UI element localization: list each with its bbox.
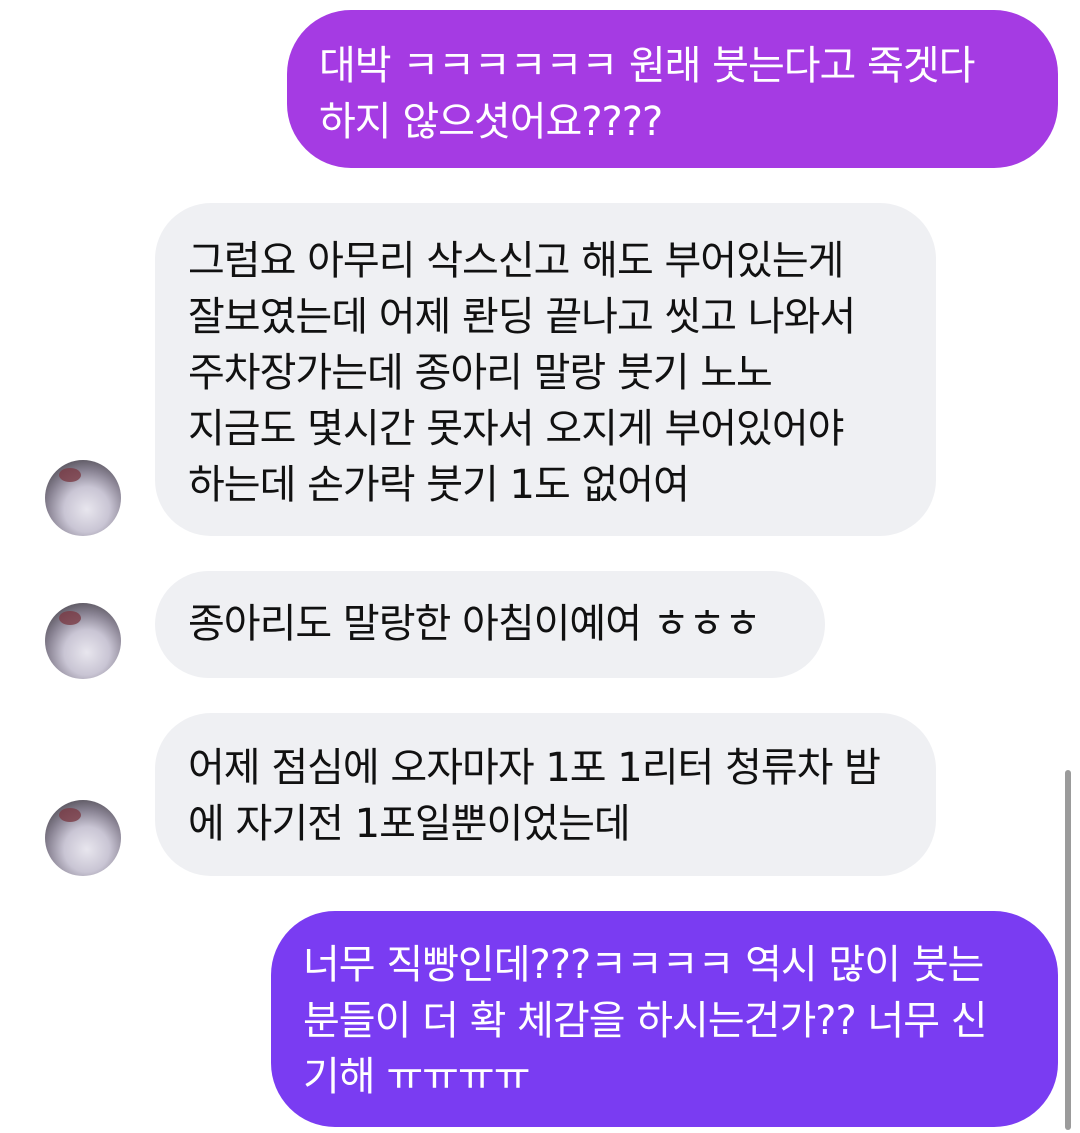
- message-text-line: 어제 점심에 오자마자 1포 1리터 청류차 밤: [188, 745, 881, 791]
- sender-avatar-icon[interactable]: [45, 603, 121, 679]
- sent-message-bubble[interactable]: 너무 직빵인데???ㅋㅋㅋㅋ 역시 많이 붓는 분들이 더 확 체감을 하시는건…: [271, 911, 1058, 1127]
- avatar-photo-detail: [59, 468, 81, 482]
- message-text-line: 그럼요 아무리 삭스신고 해도 부어있는게: [188, 238, 844, 284]
- message-text-line: 에 자기전 1포일뿐이었는데: [188, 801, 631, 847]
- message-text-line: 종아리도 말랑한 아침이예여 ㅎㅎㅎ: [188, 601, 761, 647]
- message-text-line: 너무 직빵인데???ㅋㅋㅋㅋ 역시 많이 붓는: [303, 942, 984, 988]
- message-text-line: 분들이 더 확 체감을 하시는건가?? 너무 신: [303, 998, 988, 1044]
- message-text-line: 지금도 몇시간 못자서 오지게 부어있어야: [188, 406, 844, 452]
- avatar-photo-detail: [59, 611, 81, 625]
- message-text-line: 하는데 손가락 붓기 1도 없어여: [188, 462, 690, 508]
- sender-avatar-icon[interactable]: [45, 800, 121, 876]
- received-message-bubble[interactable]: 그럼요 아무리 삭스신고 해도 부어있는게 잘보였는데 어제 롼딩 끝나고 씻고…: [155, 203, 936, 536]
- message-text-line: 기해 ㅠㅠㅠㅠ: [303, 1054, 531, 1100]
- sender-avatar-icon[interactable]: [45, 460, 121, 536]
- message-text-line: 주차장가는데 종아리 말랑 붓기 노노: [188, 350, 773, 396]
- scrollbar-thumb[interactable]: [1065, 770, 1071, 1130]
- received-message-bubble[interactable]: 어제 점심에 오자마자 1포 1리터 청류차 밤 에 자기전 1포일뿐이었는데: [155, 713, 936, 876]
- sent-message-bubble[interactable]: 대박 ㅋㅋㅋㅋㅋㅋ 원래 붓는다고 죽겟다 하지 않으셧어요????: [287, 10, 1058, 168]
- message-text-line: 잘보였는데 어제 롼딩 끝나고 씻고 나와서: [188, 294, 856, 340]
- received-message-bubble[interactable]: 종아리도 말랑한 아침이예여 ㅎㅎㅎ: [155, 571, 825, 678]
- message-text-line: 대박 ㅋㅋㅋㅋㅋㅋ 원래 붓는다고 죽겟다: [319, 43, 975, 89]
- message-text-line: 하지 않으셧어요????: [319, 99, 663, 145]
- avatar-photo-detail: [59, 808, 81, 822]
